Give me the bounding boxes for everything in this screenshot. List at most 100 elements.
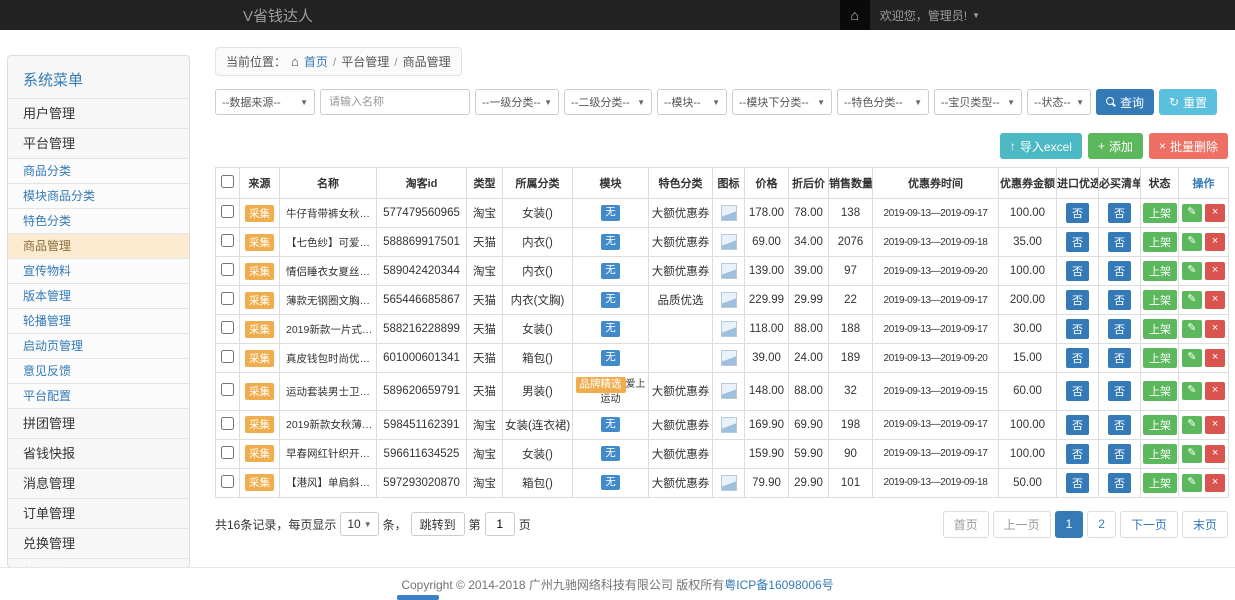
row-checkbox[interactable] (221, 292, 234, 305)
edit-button[interactable]: ✎ (1182, 445, 1202, 463)
sidebar-item[interactable]: 版本管理 (8, 283, 189, 308)
icp-link[interactable]: 粤ICP备16098006号 (724, 576, 833, 593)
must-buy-toggle[interactable]: 否 (1108, 319, 1131, 339)
must-buy-toggle[interactable]: 否 (1108, 203, 1131, 223)
filter-select[interactable]: --一级分类--▼ (475, 89, 559, 115)
edit-button[interactable]: ✎ (1182, 349, 1202, 367)
batch-delete-button[interactable]: × 批量删除 (1149, 133, 1228, 159)
home-button[interactable]: ⌂ (840, 0, 870, 30)
delete-button[interactable]: × (1205, 262, 1225, 280)
edit-button[interactable]: ✎ (1182, 320, 1202, 338)
status-button[interactable]: 上架 (1143, 319, 1177, 339)
edit-button[interactable]: ✎ (1182, 204, 1202, 222)
status-button[interactable]: 上架 (1143, 473, 1177, 493)
page-button[interactable]: 首页 (943, 511, 989, 538)
must-buy-toggle[interactable]: 否 (1108, 381, 1131, 401)
sidebar-item[interactable]: 启动页管理 (8, 333, 189, 358)
sidebar-item[interactable]: 平台配置 (8, 383, 189, 408)
row-checkbox[interactable] (221, 417, 234, 430)
sidebar-item[interactable]: 平台管理 (8, 128, 189, 158)
must-buy-toggle[interactable]: 否 (1108, 348, 1131, 368)
sidebar-item[interactable]: 消息管理 (8, 468, 189, 498)
must-buy-toggle[interactable]: 否 (1108, 290, 1131, 310)
import-select-toggle[interactable]: 否 (1066, 261, 1089, 281)
sidebar-item[interactable]: 用户管理 (8, 98, 189, 128)
edit-button[interactable]: ✎ (1182, 416, 1202, 434)
import-select-toggle[interactable]: 否 (1066, 348, 1089, 368)
sidebar-item[interactable]: 商品分类 (8, 158, 189, 183)
row-checkbox[interactable] (221, 475, 234, 488)
sidebar-item[interactable]: 拼团管理 (8, 408, 189, 438)
must-buy-toggle[interactable]: 否 (1108, 261, 1131, 281)
sidebar-item[interactable]: 省钱快报 (8, 438, 189, 468)
breadcrumb-home-link[interactable]: 首页 (304, 53, 328, 70)
delete-button[interactable]: × (1205, 445, 1225, 463)
row-checkbox[interactable] (221, 205, 234, 218)
delete-button[interactable]: × (1205, 233, 1225, 251)
page-button[interactable]: 末页 (1182, 511, 1228, 538)
filter-select[interactable]: --状态--▼ (1027, 89, 1091, 115)
row-checkbox[interactable] (221, 263, 234, 276)
sidebar-item[interactable]: 轮播管理 (8, 308, 189, 333)
filter-select[interactable]: --宝贝类型--▼ (934, 89, 1022, 115)
row-checkbox[interactable] (221, 383, 234, 396)
reset-button[interactable]: ↻ 重置 (1159, 89, 1217, 115)
status-button[interactable]: 上架 (1143, 444, 1177, 464)
row-checkbox[interactable] (221, 446, 234, 459)
add-button[interactable]: + 添加 (1088, 133, 1143, 159)
import-select-toggle[interactable]: 否 (1066, 415, 1089, 435)
delete-button[interactable]: × (1205, 349, 1225, 367)
import-select-toggle[interactable]: 否 (1066, 444, 1089, 464)
filter-select[interactable]: --模块下分类--▼ (732, 89, 832, 115)
edit-button[interactable]: ✎ (1182, 474, 1202, 492)
filter-select[interactable]: --模块--▼ (657, 89, 727, 115)
filter-select[interactable]: --二级分类--▼ (564, 89, 652, 115)
row-checkbox[interactable] (221, 234, 234, 247)
delete-button[interactable]: × (1205, 382, 1225, 400)
jump-button[interactable]: 跳转到 (411, 512, 465, 536)
row-checkbox[interactable] (221, 350, 234, 363)
must-buy-toggle[interactable]: 否 (1108, 232, 1131, 252)
page-button[interactable]: 上一页 (993, 511, 1051, 538)
sidebar-item[interactable]: 宣传物料 (8, 258, 189, 283)
name-search-input[interactable] (320, 89, 470, 115)
import-select-toggle[interactable]: 否 (1066, 473, 1089, 493)
import-select-toggle[interactable]: 否 (1066, 232, 1089, 252)
row-checkbox[interactable] (221, 321, 234, 334)
delete-button[interactable]: × (1205, 474, 1225, 492)
must-buy-toggle[interactable]: 否 (1108, 473, 1131, 493)
sidebar-item[interactable]: 兑换管理 (8, 528, 189, 558)
status-button[interactable]: 上架 (1143, 381, 1177, 401)
sidebar-item[interactable]: 意见反馈 (8, 358, 189, 383)
import-select-toggle[interactable]: 否 (1066, 290, 1089, 310)
filter-select[interactable]: --特色分类--▼ (837, 89, 929, 115)
per-page-select[interactable]: 10 ▼ (340, 512, 378, 536)
status-button[interactable]: 上架 (1143, 261, 1177, 281)
breadcrumb-item-platform[interactable]: 平台管理 (341, 53, 389, 70)
status-button[interactable]: 上架 (1143, 348, 1177, 368)
must-buy-toggle[interactable]: 否 (1108, 444, 1131, 464)
page-button[interactable]: 2 (1087, 511, 1116, 538)
user-menu[interactable]: 欢迎您，管理员! ▼ (870, 7, 990, 24)
search-button[interactable]: 查询 (1096, 89, 1154, 115)
edit-button[interactable]: ✎ (1182, 291, 1202, 309)
filter-select[interactable]: --数据来源--▼ (215, 89, 315, 115)
edit-button[interactable]: ✎ (1182, 233, 1202, 251)
horizontal-scrollbar-thumb[interactable] (397, 595, 439, 600)
status-button[interactable]: 上架 (1143, 290, 1177, 310)
jump-page-input[interactable] (485, 512, 515, 536)
status-button[interactable]: 上架 (1143, 232, 1177, 252)
import-select-toggle[interactable]: 否 (1066, 319, 1089, 339)
delete-button[interactable]: × (1205, 291, 1225, 309)
status-button[interactable]: 上架 (1143, 415, 1177, 435)
sidebar-item[interactable]: 特色分类 (8, 208, 189, 233)
must-buy-toggle[interactable]: 否 (1108, 415, 1131, 435)
sidebar-item[interactable]: 模块商品分类 (8, 183, 189, 208)
delete-button[interactable]: × (1205, 416, 1225, 434)
select-all-checkbox[interactable] (221, 175, 234, 188)
sidebar-item[interactable]: 订单管理 (8, 498, 189, 528)
status-button[interactable]: 上架 (1143, 203, 1177, 223)
page-button[interactable]: 1 (1055, 511, 1084, 538)
edit-button[interactable]: ✎ (1182, 382, 1202, 400)
import-select-toggle[interactable]: 否 (1066, 203, 1089, 223)
